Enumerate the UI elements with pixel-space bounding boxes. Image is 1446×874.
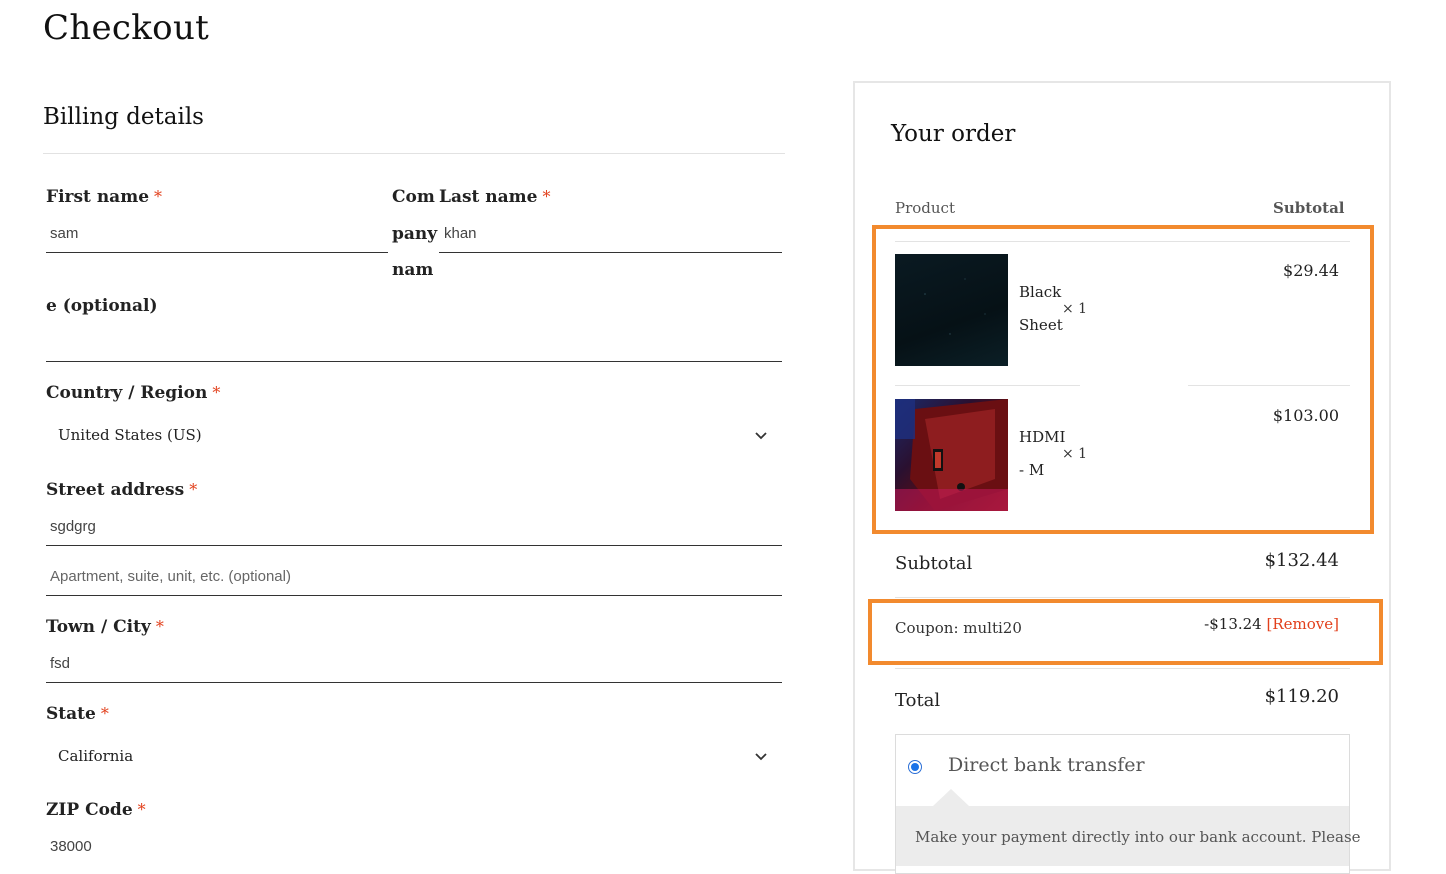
table-divider xyxy=(895,597,1350,598)
company-name-label-line3: nam xyxy=(392,260,434,280)
first-name-underline xyxy=(46,252,388,253)
company-name-input[interactable] xyxy=(46,361,782,362)
city-label: Town / City * xyxy=(46,617,164,637)
product-column-header: Product xyxy=(895,199,955,217)
state-label: State * xyxy=(46,704,109,724)
remove-coupon-link[interactable]: [Remove] xyxy=(1267,615,1339,633)
country-select[interactable]: United States (US) xyxy=(58,426,202,444)
subtotal-column-header: Subtotal xyxy=(1273,199,1345,217)
payment-description-arrow xyxy=(933,789,969,806)
last-name-input[interactable]: khan xyxy=(444,225,477,242)
street-address-label: Street address * xyxy=(46,480,198,500)
page-title: Checkout xyxy=(43,8,210,48)
company-name-label-tail: e (optional) xyxy=(46,296,158,316)
order-total-value: $119.20 xyxy=(1264,686,1339,707)
billing-divider xyxy=(43,153,785,154)
state-select[interactable]: California xyxy=(58,747,133,765)
company-name-label-line2: pany xyxy=(392,224,438,244)
city-input[interactable]: fsd xyxy=(50,655,70,672)
country-label: Country / Region * xyxy=(46,383,221,403)
billing-details-heading: Billing details xyxy=(43,104,204,130)
apartment-underline xyxy=(46,595,782,596)
first-name-input[interactable]: sam xyxy=(50,225,78,242)
coupon-label: Coupon: multi20 xyxy=(895,619,1022,637)
zip-label: ZIP Code * xyxy=(46,800,146,820)
items-highlight-box xyxy=(872,225,1374,534)
coupon-amount: -$13.24 xyxy=(1204,615,1262,633)
street-address-input[interactable]: sgdgrg xyxy=(50,518,96,535)
first-name-label: First name * xyxy=(46,187,163,207)
city-underline xyxy=(46,682,782,683)
cart-subtotal-label: Subtotal xyxy=(895,553,973,574)
your-order-heading: Your order xyxy=(891,121,1016,147)
coupon-discount: -$13.24 [Remove] xyxy=(1204,615,1339,633)
last-name-underline xyxy=(439,252,782,253)
payment-method-label[interactable]: Direct bank transfer xyxy=(948,754,1145,776)
payment-radio-bank-transfer[interactable] xyxy=(908,760,922,774)
apartment-input[interactable]: Apartment, suite, unit, etc. (optional) xyxy=(50,568,291,585)
zip-input[interactable]: 38000 xyxy=(50,838,92,855)
order-total-label: Total xyxy=(895,690,941,711)
chevron-down-icon[interactable] xyxy=(754,750,768,764)
cart-subtotal-value: $132.44 xyxy=(1264,550,1339,571)
table-divider xyxy=(895,668,1350,669)
chevron-down-icon[interactable] xyxy=(754,429,768,443)
payment-description: Make your payment directly into our bank… xyxy=(915,828,1361,846)
street-address-underline xyxy=(46,545,782,546)
last-name-label: Last name * xyxy=(439,187,551,207)
company-name-label-line1: Com xyxy=(392,187,435,207)
